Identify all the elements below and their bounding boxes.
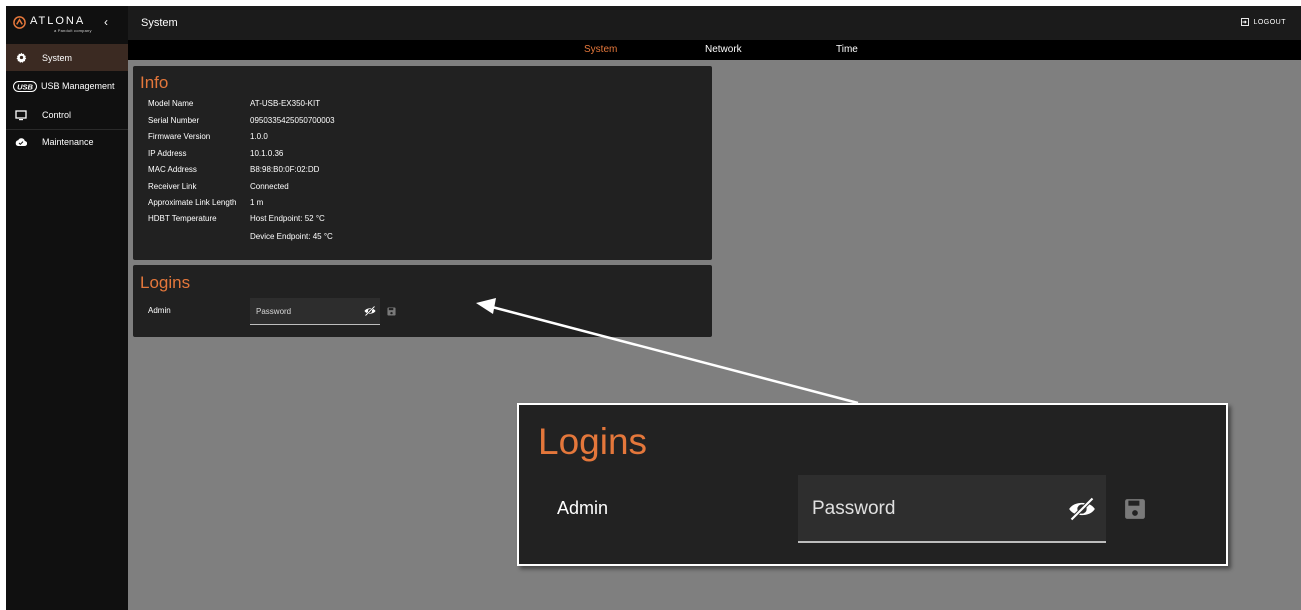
gear-icon <box>14 52 28 64</box>
info-value-firmware-version: 1.0.0 <box>250 132 268 141</box>
collapse-sidebar-chevron-left-icon[interactable]: ‹ <box>104 15 108 29</box>
info-value-link-length: 1 m <box>250 198 264 207</box>
info-label-hdbt-temperature: HDBT Temperature <box>148 214 217 223</box>
sidebar-item-usb-management[interactable]: USB USB Management <box>6 71 128 101</box>
info-value-host-endpoint-temp: Host Endpoint: 52 °C <box>250 214 325 223</box>
monitor-icon <box>14 109 28 121</box>
logins-panel: Logins Admin Password <box>133 265 712 337</box>
info-value-model-name: AT-USB-EX350-KIT <box>250 99 321 108</box>
sidebar-item-label: USB Management <box>41 81 115 91</box>
info-value-ip-address: 10.1.0.36 <box>250 149 284 158</box>
zoom-save-icon <box>1125 499 1145 519</box>
zoom-eye-off-icon <box>1069 497 1095 521</box>
tab-network[interactable]: Network <box>705 44 742 55</box>
page-title: System <box>141 17 178 29</box>
info-label-link-length: Approximate Link Length <box>148 198 237 207</box>
zoom-admin-label: Admin <box>557 498 609 518</box>
sidebar-item-maintenance[interactable]: Maintenance <box>6 129 128 154</box>
zoom-logins-title: Logins <box>538 421 648 462</box>
info-panel: Info Model Name AT-USB-EX350-KIT Serial … <box>133 66 712 260</box>
info-label-mac-address: MAC Address <box>148 165 197 174</box>
brand-name: ATLONA <box>30 15 86 27</box>
password-placeholder: Password <box>256 307 292 316</box>
info-value-receiver-link: Connected <box>250 182 289 191</box>
info-label-model-name: Model Name <box>148 99 194 108</box>
usb-icon: USB <box>13 80 37 92</box>
cloud-check-icon <box>14 136 28 148</box>
tab-time[interactable]: Time <box>836 44 858 55</box>
brand-tagline: a Panduit company <box>54 28 92 33</box>
save-icon[interactable] <box>387 307 396 316</box>
info-label-receiver-link: Receiver Link <box>148 182 197 191</box>
tab-system[interactable]: System <box>584 44 617 55</box>
logout-button[interactable]: LOGOUT <box>1241 18 1286 26</box>
svg-text:USB: USB <box>17 82 33 91</box>
info-value-device-endpoint-temp: Device Endpoint: 45 °C <box>250 232 333 241</box>
logins-title: Logins <box>140 273 191 292</box>
logout-label: LOGOUT <box>1253 18 1286 26</box>
sidebar-item-label: Control <box>42 110 72 120</box>
header: System LOGOUT <box>128 6 1301 40</box>
sidebar-item-label: Maintenance <box>42 137 94 147</box>
admin-password-input[interactable]: Password <box>250 298 380 325</box>
zoom-password-input: Password <box>798 475 1106 543</box>
eye-off-icon[interactable] <box>364 306 376 316</box>
admin-label: Admin <box>148 306 171 315</box>
zoom-callout: Logins Admin Password <box>517 403 1228 566</box>
sidebar-item-control[interactable]: Control <box>6 101 128 129</box>
zoom-password-placeholder: Password <box>812 498 896 519</box>
sidebar-item-system[interactable]: System <box>6 44 128 71</box>
tab-bar: System Network Time <box>128 40 1301 60</box>
info-label-ip-address: IP Address <box>148 149 187 158</box>
info-label-firmware-version: Firmware Version <box>148 132 211 141</box>
logout-icon <box>1241 18 1250 26</box>
sidebar: ATLONA a Panduit company ‹ System USB US… <box>6 6 128 610</box>
info-label-serial-number: Serial Number <box>148 116 200 125</box>
info-value-serial-number: 0950335425050700003 <box>250 116 335 125</box>
info-title: Info <box>140 73 169 92</box>
info-value-mac-address: B8:98:B0:0F:02:DD <box>250 165 320 174</box>
sidebar-item-label: System <box>42 52 73 63</box>
sidebar-nav: System USB USB Management Control Mainte… <box>6 44 128 154</box>
brand: ATLONA a Panduit company ‹ <box>6 6 128 40</box>
atlona-logo-icon <box>13 16 26 29</box>
